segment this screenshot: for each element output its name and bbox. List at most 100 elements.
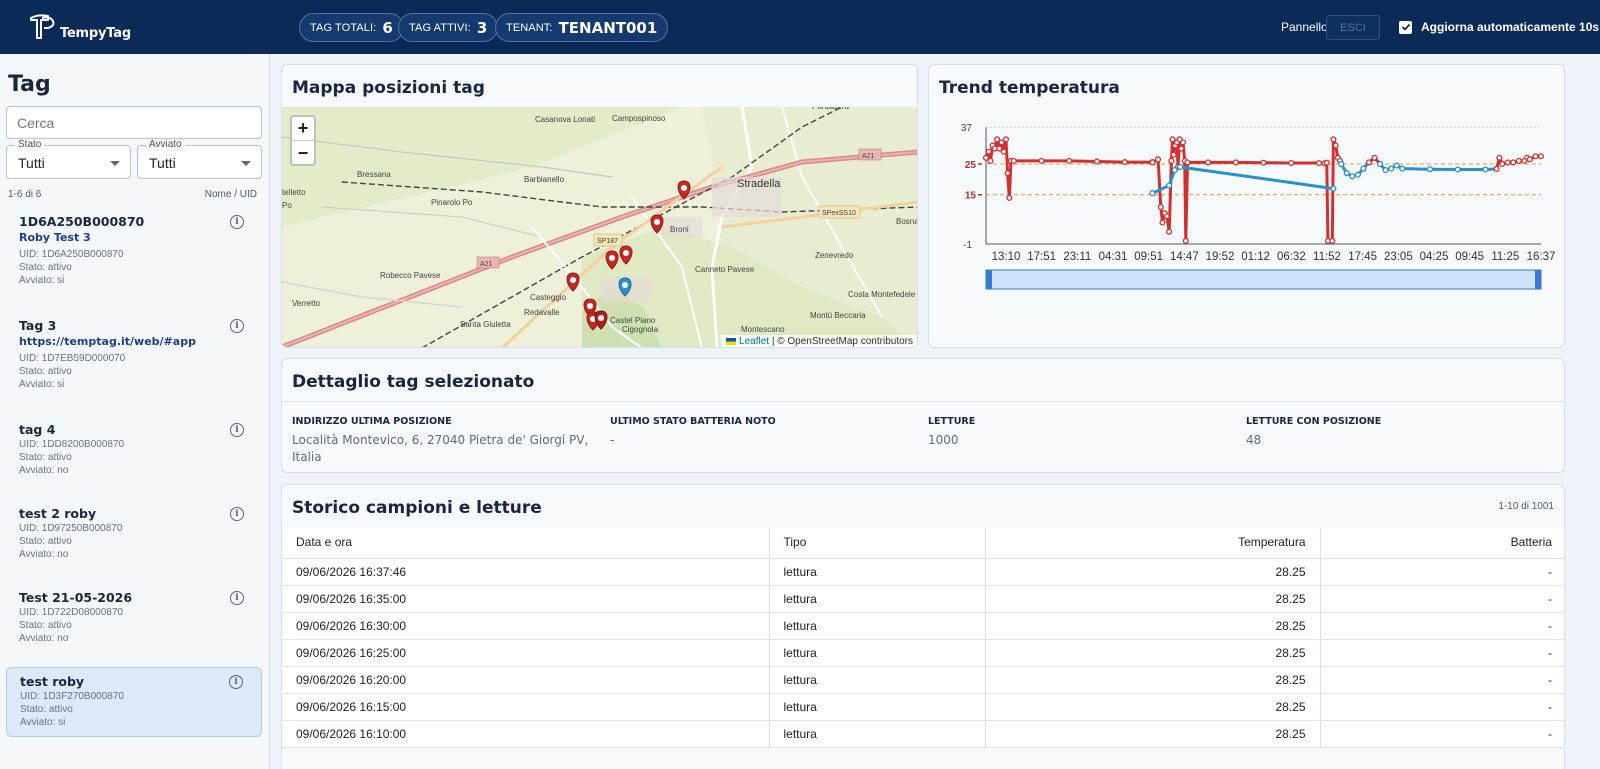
temperature-chart[interactable]: 37 25 15 -1 13:10 17:51 23:11 04:31 09:51 14:47 19… — [929, 107, 1565, 347]
svg-text:telletto: telletto — [282, 188, 306, 197]
zoom-out-button[interactable]: − — [292, 141, 314, 165]
map-card-title: Mappa posizioni tag — [292, 78, 485, 98]
col-type[interactable]: Tipo — [769, 527, 986, 559]
data-point — [1371, 154, 1378, 161]
table-row[interactable]: 09/06/2026 16:25:00 lettura 28.25- — [282, 639, 1564, 667]
table-row[interactable]: 09/06/2026 16:10:00 lettura 28.25- — [282, 720, 1564, 748]
cell-temperature: 28.25 — [985, 558, 1321, 586]
battery-label: ULTIMO STATO BATTERIA NOTO — [610, 416, 776, 427]
tag-list-item[interactable]: 1D6A250B000870 Roby Test 3 UID: 1D6A250B00… — [6, 208, 262, 286]
cell-type: lettura — [769, 585, 986, 613]
cell-temperature: 28.25 — [985, 720, 1321, 748]
readings-value: 1000 — [928, 433, 959, 447]
pagination-info: 1-10 di 1001 — [1498, 501, 1554, 512]
autorefresh-toggle[interactable]: Aggiorna automaticamente 10s — [1399, 20, 1599, 34]
cell-datetime: 09/06/2026 16:35:00 — [282, 585, 770, 613]
table-row[interactable]: 09/06/2026 16:20:00 lettura 28.25- — [282, 666, 1564, 694]
last-address-value: Località Montevico, 6, 27040 Pietra de' … — [292, 433, 589, 464]
cell-temperature: 28.25 — [985, 612, 1321, 640]
cell-battery: - — [1320, 558, 1564, 586]
map-tiles[interactable]: Casanova Lonati Campospinoso Portalbera … — [282, 107, 918, 348]
y-tick-label: -1 — [963, 240, 972, 251]
svg-text:Zenevredo: Zenevredo — [815, 251, 854, 260]
cell-type: lettura — [769, 666, 986, 694]
y-tick-label: 15 — [965, 191, 977, 202]
leaflet-link[interactable]: Leaflet — [739, 336, 769, 347]
data-point — [1184, 159, 1191, 166]
tag-subtitle: https://temptag.it/web/#app — [19, 335, 196, 348]
brand-logo[interactable]: TempyTag — [28, 12, 131, 42]
data-point — [1526, 156, 1533, 163]
cell-battery: - — [1320, 693, 1564, 721]
range-slider-left-handle[interactable] — [986, 270, 992, 289]
data-point — [1515, 157, 1522, 164]
sidebar-title: Tag — [8, 72, 51, 97]
range-slider-right-handle[interactable] — [1535, 270, 1541, 289]
x-tick-label: 17:45 — [1348, 251, 1377, 263]
logout-button[interactable]: ESCI — [1326, 15, 1380, 40]
info-icon[interactable]: i — [230, 319, 244, 333]
data-point — [1006, 194, 1013, 201]
col-temperature[interactable]: Temperatura — [985, 527, 1321, 559]
tag-list-item[interactable]: Tag 3 https://temptag.it/web/#app UID: 1D7… — [6, 312, 262, 390]
data-point — [1493, 165, 1500, 172]
svg-text:A21: A21 — [480, 261, 493, 268]
info-icon[interactable]: i — [230, 215, 244, 229]
data-point — [1360, 165, 1367, 172]
range-slider[interactable] — [985, 269, 1542, 290]
checkbox-checked-icon[interactable] — [1399, 20, 1412, 34]
x-tick-label: 23:05 — [1384, 251, 1413, 263]
data-point — [985, 148, 992, 155]
active-tags-pill: TAG ATTIVI: 3 — [398, 13, 499, 42]
svg-text:Santa Giuletta: Santa Giuletta — [460, 320, 511, 329]
data-point — [1149, 159, 1156, 166]
table-row[interactable]: 09/06/2026 16:37:46 lettura 28.25- — [282, 558, 1564, 586]
tag-started: Avviato: si — [19, 275, 65, 286]
tag-started: Avviato: no — [19, 633, 69, 644]
col-datetime[interactable]: Data e ora — [282, 527, 770, 559]
info-icon[interactable]: i — [230, 507, 244, 521]
data-point — [1093, 158, 1101, 165]
tag-name: test 2 roby — [19, 506, 97, 521]
tag-list-item[interactable]: tag 4 UID: 1DD8200B000870 Stato: attivo Avv… — [6, 416, 262, 486]
data-point — [1393, 162, 1400, 169]
info-icon[interactable]: i — [229, 675, 243, 689]
tag-status: Stato: attivo — [19, 262, 72, 273]
svg-text:Broni: Broni — [670, 225, 689, 234]
tag-uid: UID: 1D7EB59D000070 — [19, 353, 126, 364]
data-point — [1315, 159, 1323, 167]
col-battery[interactable]: Batteria — [1320, 527, 1564, 559]
sort-toggle[interactable]: Nome / UID — [205, 189, 257, 200]
y-tick-label: 37 — [961, 123, 973, 134]
data-point — [1159, 219, 1166, 226]
data-point — [982, 154, 990, 161]
osm-attribution: | © OpenStreetMap contributors — [771, 336, 913, 347]
tag-list-item[interactable]: test 2 roby UID: 1D97250B000870 Stato: att… — [6, 500, 262, 570]
tag-positions-map[interactable]: Casanova Lonati Campospinoso Portalbera … — [282, 107, 918, 348]
data-point — [1155, 156, 1162, 163]
cell-datetime: 09/06/2026 16:10:00 — [282, 720, 770, 748]
started-filter-select[interactable]: Avviato Tutti — [137, 139, 262, 179]
svg-text:Verretto: Verretto — [292, 299, 321, 308]
panel-link[interactable]: Pannello — [1281, 20, 1328, 34]
zoom-in-button[interactable]: + — [292, 117, 314, 141]
svg-text:Bressana: Bressana — [357, 170, 391, 179]
table-row[interactable]: 09/06/2026 16:35:00 lettura 28.25- — [282, 585, 1564, 613]
cell-battery: - — [1320, 585, 1564, 613]
cell-type: lettura — [769, 639, 986, 667]
info-icon[interactable]: i — [230, 423, 244, 437]
data-point — [1426, 166, 1434, 173]
info-icon[interactable]: i — [230, 591, 244, 605]
table-row[interactable]: 09/06/2026 16:15:00 lettura 28.25- — [282, 693, 1564, 721]
trend-card: Trend temperatura 37 25 15 -1 13:10 17:51 23:1… — [928, 64, 1565, 348]
data-point — [1496, 154, 1503, 161]
pill-label: TENANT: — [506, 21, 553, 34]
x-tick-label: 17:51 — [1027, 251, 1056, 263]
tag-list-item[interactable]: test roby UID: 1D3F270B000870 Stato: attiv… — [6, 667, 262, 737]
table-row[interactable]: 09/06/2026 16:30:00 lettura 28.25- — [282, 612, 1564, 640]
status-filter-select[interactable]: Stato Tutti — [6, 139, 131, 179]
data-point — [1323, 159, 1330, 166]
search-input[interactable] — [6, 106, 262, 139]
tag-list-item[interactable]: Test 21-05-2026 UID: 1D722D08000870 Stato:… — [6, 584, 262, 654]
detail-card-title: Dettaglio tag selezionato — [292, 372, 535, 392]
